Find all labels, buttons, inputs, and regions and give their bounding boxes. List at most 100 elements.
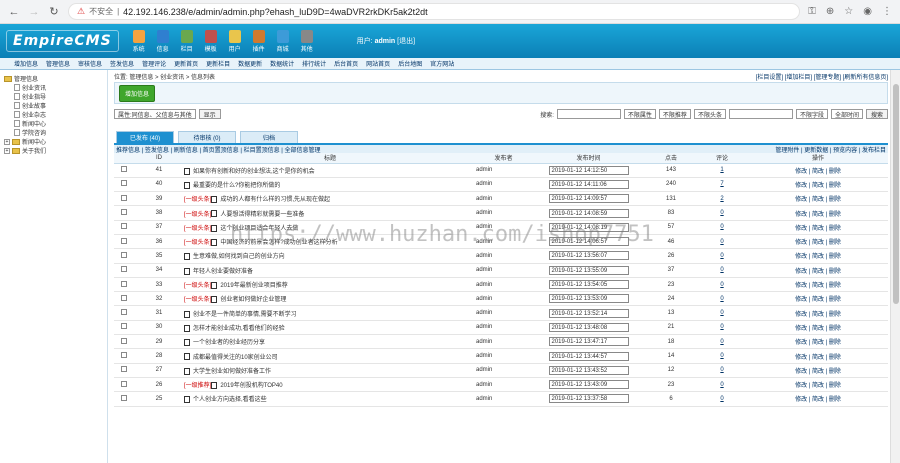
row-ops[interactable]: 修改 | 简改 | 删除 — [748, 305, 888, 321]
sidebar-item[interactable]: + 新闻中心 — [4, 137, 103, 146]
time-select[interactable]: 全部时间 — [830, 109, 863, 119]
row-title[interactable]: 大学生创业如何做好准备工作 — [193, 369, 271, 375]
filter-select[interactable]: 属性:同信息、父信息与其他 — [114, 109, 196, 119]
row-checkbox[interactable] — [121, 166, 127, 173]
top-menu-item[interactable]: 栏目 — [177, 29, 197, 53]
back-icon[interactable]: ← — [8, 6, 20, 18]
row-time[interactable]: 2019-01-12 14:08:19 — [548, 222, 629, 232]
row-checkbox[interactable] — [121, 294, 127, 301]
col-time[interactable]: 发布时间 — [531, 153, 646, 164]
row-title[interactable]: 创业者如何做好企业管理 — [220, 297, 286, 303]
row-time[interactable]: 2019-01-12 14:09:57 — [548, 194, 629, 204]
row-time[interactable]: 2019-01-12 13:47:17 — [548, 337, 629, 347]
row-title[interactable]: 生意难做,如何找到自己的创业方向 — [193, 254, 285, 260]
logout-link[interactable]: [退出] — [397, 38, 415, 45]
row-comments[interactable]: 0 — [720, 224, 723, 230]
row-ops[interactable]: 修改 | 简改 | 删除 — [748, 291, 888, 307]
row-comments[interactable]: 7 — [720, 181, 723, 187]
tab-pending[interactable]: 待审核 (0) — [178, 131, 236, 143]
scrollbar[interactable] — [890, 70, 900, 463]
menu-icon[interactable]: ⋮ — [882, 6, 892, 17]
row-title[interactable]: 成功的人都有什么样的习惯,先从现在做起 — [220, 197, 330, 203]
row-comments[interactable]: 0 — [720, 324, 723, 330]
row-time[interactable]: 2019-01-12 14:12:50 — [548, 165, 629, 175]
top-menu-item[interactable]: 系统 — [129, 29, 149, 53]
row-checkbox[interactable] — [121, 194, 127, 201]
row-time[interactable]: 2019-01-12 13:44:57 — [548, 351, 629, 361]
add-info-button[interactable]: 增加信息 — [119, 84, 156, 102]
row-checkbox[interactable] — [121, 280, 127, 287]
username[interactable]: admin — [375, 38, 396, 45]
row-checkbox[interactable] — [121, 180, 127, 187]
submenu-item[interactable]: 后台首页 — [334, 59, 358, 68]
submenu-item[interactable]: 数据统计 — [270, 59, 294, 68]
submenu-item[interactable]: 增加信息 — [14, 59, 38, 68]
row-comments[interactable]: 0 — [720, 253, 723, 259]
row-title[interactable]: 如果你有创新和好的创业想法,这个是你的机会 — [193, 169, 315, 175]
show-button[interactable]: 显示 — [198, 109, 221, 119]
row-title[interactable]: 这个创业项目适合年轻人去做 — [220, 226, 298, 232]
row-time[interactable]: 2019-01-12 13:43:52 — [548, 365, 629, 375]
sidebar-item[interactable]: 创业资讯 — [4, 83, 103, 92]
submenu-item[interactable]: 审核信息 — [78, 59, 102, 68]
row-time[interactable]: 2019-01-12 13:52:14 — [548, 308, 629, 318]
row-time[interactable]: 2019-01-12 14:11:06 — [548, 179, 629, 189]
list-tool-links[interactable]: 管理附件 | 更新数据 | 预览内容 | 发布栏目 — [775, 145, 888, 154]
headline-select[interactable]: 不限头条 — [693, 109, 726, 119]
row-ops[interactable]: 修改 | 简改 | 删除 — [748, 234, 888, 250]
top-menu-item[interactable]: 信息 — [153, 29, 173, 53]
submenu-item[interactable]: 管理评论 — [142, 59, 166, 68]
sidebar-item[interactable]: + 关于我们 — [4, 146, 103, 155]
row-title[interactable]: 最重要的是什么?你能把你所做的 — [193, 183, 280, 189]
row-time[interactable]: 2019-01-12 13:48:08 — [548, 322, 629, 332]
row-title[interactable]: 一个创业者的创业经历分享 — [193, 340, 265, 346]
row-checkbox[interactable] — [121, 223, 127, 230]
field-select[interactable]: 不限字段 — [795, 109, 828, 119]
row-comments[interactable]: 0 — [720, 310, 723, 316]
row-ops[interactable]: 修改 | 简改 | 删除 — [748, 320, 888, 336]
row-title[interactable]: 人要想活得精彩就需要一些准备 — [220, 212, 304, 218]
row-checkbox[interactable] — [121, 266, 127, 273]
row-comments[interactable]: 0 — [720, 353, 723, 359]
col-clicks[interactable]: 点击 — [646, 153, 696, 164]
row-time[interactable]: 2019-01-12 13:43:09 — [548, 380, 629, 390]
row-ops[interactable]: 修改 | 简改 | 删除 — [748, 220, 888, 235]
scroll-thumb[interactable] — [893, 84, 899, 304]
list-filter-links[interactable]: 推荐信息 | 签发信息 | 刷新信息 | 首页置顶信息 | 栏目置顶信息 | 全… — [116, 145, 320, 154]
tree-root[interactable]: 管理信息 — [4, 74, 103, 83]
sidebar-item[interactable]: 学院咨询 — [4, 128, 103, 137]
sidebar-item[interactable]: 创业故事 — [4, 101, 103, 110]
row-ops[interactable]: 修改 | 简改 | 删除 — [748, 163, 888, 178]
submenu-item[interactable]: 管理信息 — [46, 59, 70, 68]
row-ops[interactable]: 修改 | 简改 | 删除 — [748, 334, 888, 350]
row-checkbox[interactable] — [121, 309, 127, 316]
row-checkbox[interactable] — [121, 251, 127, 258]
row-ops[interactable]: 修改 | 简改 | 删除 — [748, 263, 888, 278]
sidebar-item[interactable]: 新闻中心 — [4, 119, 103, 128]
row-ops[interactable]: 修改 | 简改 | 删除 — [748, 191, 888, 207]
search-button[interactable]: 搜索 — [865, 109, 888, 119]
top-menu-item[interactable]: 模板 — [201, 29, 221, 53]
row-ops[interactable]: 修改 | 简改 | 删除 — [748, 248, 888, 264]
tab-published[interactable]: 已发布 (40) — [116, 131, 174, 143]
row-time[interactable]: 2019-01-12 13:56:07 — [548, 251, 629, 261]
top-menu-item[interactable]: 商城 — [273, 29, 293, 53]
row-time[interactable]: 2019-01-12 14:06:57 — [548, 237, 629, 247]
forward-icon[interactable]: → — [28, 6, 40, 18]
submenu-item[interactable]: 官方网站 — [430, 59, 454, 68]
row-comments[interactable]: 0 — [720, 296, 723, 302]
top-menu-item[interactable]: 其他 — [297, 29, 317, 53]
address-bar[interactable]: ⚠ 不安全 | 42.192.146.238/e/admin/admin.php… — [68, 3, 801, 20]
submenu-item[interactable]: 数据更新 — [238, 59, 262, 68]
row-title[interactable]: 成都最值得关注的10家创业公司 — [193, 355, 278, 361]
col-id[interactable]: ID — [134, 153, 184, 164]
row-checkbox[interactable] — [121, 209, 127, 216]
key-icon[interactable]: ⚿ — [808, 6, 816, 17]
attribute-select[interactable]: 不限属性 — [623, 109, 656, 119]
row-title[interactable]: 个人创业方向选择,看看这些 — [193, 397, 267, 403]
column-links[interactable]: [栏目设置] [增加栏目] [管理专题] [刷新所有信息页] — [756, 72, 888, 81]
row-checkbox[interactable] — [121, 352, 127, 358]
row-title[interactable]: 创业不是一件简单的事情,需要不断学习 — [193, 312, 297, 318]
row-ops[interactable]: 修改 | 简改 | 删除 — [748, 377, 888, 393]
submenu-item[interactable]: 排行统计 — [302, 59, 326, 68]
